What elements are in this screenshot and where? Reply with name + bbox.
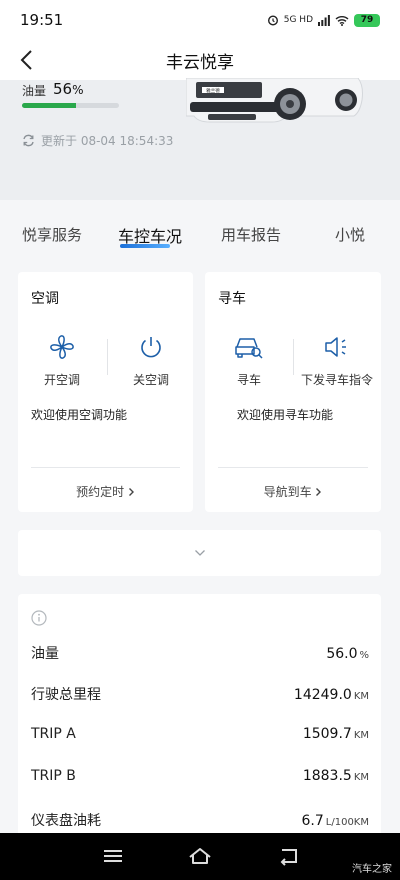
signal-icon	[318, 14, 330, 26]
find-car-welcome-text: 欢迎使用寻车功能	[237, 408, 334, 422]
menu-icon[interactable]	[100, 845, 126, 867]
power-icon	[141, 337, 161, 358]
page-title: 丰云悦享	[166, 52, 234, 73]
stat-row-total-mileage: 行驶总里程 14249.0 KM	[31, 684, 369, 708]
system-nav-bar: 汽车之家	[0, 833, 400, 880]
stat-name: 仪表盘油耗	[31, 813, 101, 829]
status-bar: 19:51 5G HD 79	[0, 0, 400, 40]
ac-off-label: 关空调	[132, 373, 169, 387]
stat-name: 行驶总里程	[31, 687, 101, 703]
stat-number: 1883.5	[302, 768, 352, 784]
stat-number: 1509.7	[302, 726, 352, 742]
tab-bar: 悦享服务 车控车况 用车报告 小悦	[0, 200, 400, 260]
ac-off-button[interactable]: 关空调	[111, 332, 191, 388]
stat-unit: KM	[353, 730, 369, 741]
stat-row-trip-b: TRIP B 1883.5 KM	[31, 768, 369, 792]
network-label: 5G HD	[283, 15, 313, 25]
ac-card-title: 空调	[31, 291, 59, 307]
car-search-icon	[235, 338, 263, 359]
fuel-label: 油量	[22, 84, 47, 98]
ac-welcome-text: 欢迎使用空调功能	[31, 408, 128, 422]
update-status[interactable]: 更新于 08-04 18:54:33	[22, 132, 173, 149]
stat-unit: L/100KM	[325, 817, 369, 828]
stat-row-fuel-consumption: 仪表盘油耗 6.7 L/100KM	[31, 810, 369, 834]
chevron-right-icon	[316, 488, 322, 496]
update-time: 更新于 08-04 18:54:33	[41, 134, 174, 148]
stat-value: 56.0%	[326, 646, 369, 662]
fuel-progress-bar	[22, 103, 119, 108]
wifi-icon	[335, 15, 349, 26]
alarm-icon	[267, 15, 278, 26]
stat-name: TRIP A	[31, 726, 76, 742]
navigate-to-car-link[interactable]: 导航到车	[205, 483, 381, 500]
divider	[31, 467, 180, 468]
stat-name: 油量	[31, 646, 59, 662]
expand-toggle[interactable]	[18, 530, 381, 576]
speaker-icon	[325, 337, 346, 357]
vehicle-hero: 油量 56% 更新于 08-04 18:54:33 雅兰德	[0, 78, 400, 200]
ac-on-label: 开空调	[43, 373, 80, 387]
stat-value: 1509.7 KM	[303, 726, 369, 742]
fuel-unit: %	[72, 83, 84, 97]
ac-card: 空调 开空调 关空调 欢迎使用空调功能 预约定时	[18, 272, 193, 512]
watermark: 汽车之家	[352, 864, 392, 875]
stat-unit: KM	[353, 691, 369, 702]
tab-usage-report[interactable]: 用车报告	[221, 224, 281, 245]
stat-value: 6.7 L/100KM	[302, 813, 369, 829]
chevron-down-icon	[194, 550, 205, 556]
schedule-timer-link[interactable]: 预约定时	[18, 483, 193, 500]
chevron-right-icon	[128, 488, 134, 496]
plate-text: 雅兰德	[206, 87, 220, 94]
fuel-progress-fill	[22, 103, 77, 108]
battery-indicator: 79	[354, 13, 380, 27]
vehicle-stats-card: 油量 56.0% 行驶总里程 14249.0 KM TRIP A 1509.7 KM…	[18, 594, 381, 844]
stat-number: 56.0	[326, 646, 358, 662]
find-car-card: 寻车 寻车 下发寻车指令 欢迎使用寻车功能 导航到车	[205, 272, 381, 512]
refresh-icon	[23, 134, 34, 147]
navigate-to-car-label: 导航到车	[263, 485, 312, 499]
back-button[interactable]	[12, 46, 40, 74]
app-header: 丰云悦享	[0, 40, 400, 80]
divider	[107, 339, 108, 375]
divider	[293, 339, 294, 375]
divider	[218, 467, 368, 468]
fan-icon	[50, 335, 74, 359]
info-icon[interactable]	[31, 610, 47, 626]
tab-assistant[interactable]: 小悦	[335, 224, 365, 245]
active-tab-indicator	[120, 244, 170, 248]
find-car-button[interactable]: 寻车	[209, 332, 289, 388]
schedule-timer-label: 预约定时	[76, 485, 125, 499]
tab-services[interactable]: 悦享服务	[22, 224, 82, 245]
send-find-command-button[interactable]: 下发寻车指令	[297, 332, 377, 388]
find-car-card-title: 寻车	[218, 291, 246, 307]
stat-row-trip-a: TRIP A 1509.7 KM	[31, 726, 369, 750]
car-image: 雅兰德	[186, 78, 363, 123]
stat-value: 1883.5 KM	[303, 768, 369, 784]
stat-value: 14249.0 KM	[294, 687, 369, 703]
stat-name: TRIP B	[31, 768, 76, 784]
stat-unit: KM	[353, 772, 369, 783]
back-arrow-icon	[20, 50, 32, 70]
stat-row-fuel: 油量 56.0%	[31, 643, 369, 667]
home-icon[interactable]	[187, 845, 213, 867]
status-icons: 5G HD 79	[267, 13, 380, 27]
stat-number: 14249.0	[293, 687, 352, 703]
status-time: 19:51	[20, 11, 64, 29]
ac-on-button[interactable]: 开空调	[22, 332, 102, 388]
fuel-value: 56%	[53, 80, 84, 98]
back-nav-icon[interactable]	[276, 845, 302, 867]
send-find-command-label: 下发寻车指令	[300, 373, 373, 387]
fuel-number: 56	[53, 80, 73, 98]
stat-number: 6.7	[301, 813, 324, 829]
find-car-label: 寻车	[236, 373, 261, 387]
stat-unit: %	[359, 650, 369, 661]
